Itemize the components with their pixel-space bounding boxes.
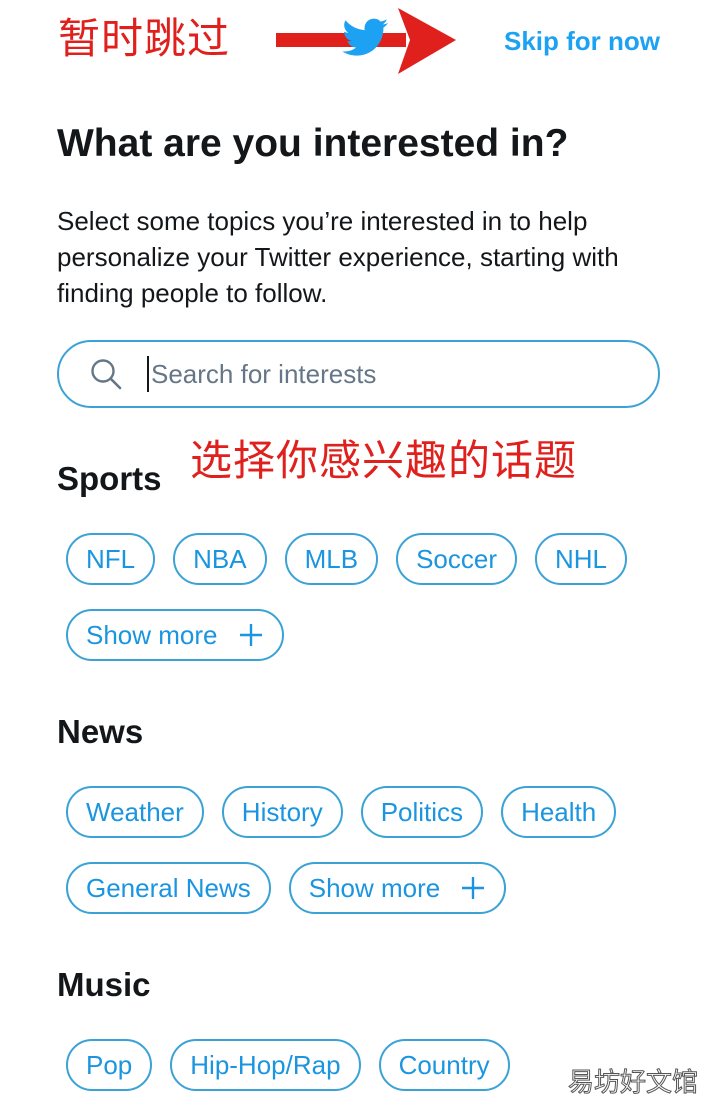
topic-chip-weather[interactable]: Weather <box>66 786 204 838</box>
select-topics-annotation-label: 选择你感兴趣的话题 <box>190 436 578 485</box>
skip-for-now-button[interactable]: Skip for now <box>504 26 660 57</box>
topic-chip-country[interactable]: Country <box>378 1039 510 1091</box>
plus-icon <box>239 624 262 646</box>
news-show-more-button[interactable]: Show more <box>288 862 507 914</box>
topic-chip-nfl[interactable]: NFL <box>66 533 156 585</box>
page-title: What are you interested in? <box>57 122 569 165</box>
sports-show-more-button[interactable]: Show more <box>66 609 284 661</box>
section-title-sports: Sports <box>57 460 162 497</box>
skip-annotation-label: 暂时跳过 <box>58 14 231 63</box>
page-description: Select some topics you’re interested in … <box>57 206 619 308</box>
search-icon <box>91 359 122 390</box>
topic-chip-soccer[interactable]: Soccer <box>396 533 517 585</box>
topic-chip-mlb[interactable]: MLB <box>284 533 379 585</box>
sports-chip-row: NFL NBA MLB Soccer NHL <box>66 533 627 585</box>
section-title-music: Music <box>57 966 151 1003</box>
topic-chip-hip-hop-rap[interactable]: Hip-Hop/Rap <box>170 1039 361 1091</box>
topic-chip-pop[interactable]: Pop <box>66 1039 153 1091</box>
topic-chip-general-news[interactable]: General News <box>66 862 271 914</box>
twitter-bird-icon <box>342 18 388 56</box>
section-title-news: News <box>57 713 144 750</box>
show-more-label: Show more <box>86 619 218 650</box>
topic-chip-history[interactable]: History <box>221 786 343 838</box>
search-interests-field[interactable] <box>57 340 660 408</box>
plus-icon <box>462 877 485 899</box>
topic-chip-health[interactable]: Health <box>501 786 617 838</box>
watermark: 易坊好文馆 <box>567 1068 698 1099</box>
topic-chip-politics[interactable]: Politics <box>360 786 484 838</box>
topic-chip-nhl[interactable]: NHL <box>534 533 627 585</box>
topic-chip-nba[interactable]: NBA <box>173 533 267 585</box>
search-input[interactable] <box>147 356 633 392</box>
show-more-label: Show more <box>308 872 441 903</box>
